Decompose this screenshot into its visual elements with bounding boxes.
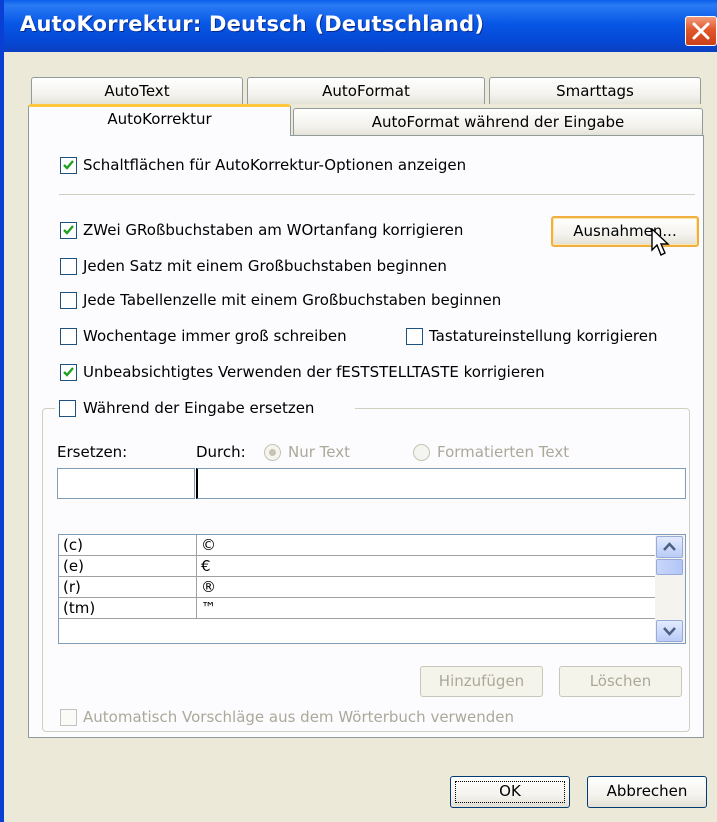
autokorrektur-dialog: AutoKorrektur: Deutsch (Deutschland) Aut… [0, 0, 717, 822]
list-item-to: © [201, 536, 216, 554]
tab-smarttags[interactable]: Smarttags [489, 77, 701, 104]
list-item-from: (tm) [63, 599, 96, 617]
radio-plain-text-label: Nur Text [288, 443, 350, 461]
title-bar[interactable]: AutoKorrektur: Deutsch (Deutschland) [4, 0, 717, 52]
close-icon [692, 22, 710, 40]
tab-autoformat[interactable]: AutoFormat [247, 77, 485, 104]
checkmark-icon [63, 367, 74, 377]
tab-label: AutoKorrektur [107, 110, 212, 128]
table-cell-cap-checkbox[interactable] [60, 292, 77, 309]
chevron-up-icon [663, 542, 676, 551]
keyboard-label: Tastatureinstellung korrigieren [429, 327, 658, 345]
list-item-to: ™ [201, 599, 216, 617]
tab-label: AutoText [104, 82, 170, 100]
list-item-from: (e) [63, 557, 84, 575]
scroll-thumb[interactable] [656, 559, 683, 575]
list-item-from: (c) [63, 536, 83, 554]
keyboard-checkbox[interactable] [406, 328, 423, 345]
list-item-from: (r) [63, 578, 81, 596]
dictionary-suggestions-label: Automatisch Vorschläge aus dem Wörterbuc… [83, 708, 514, 726]
divider [59, 194, 695, 195]
replace-while-typing-checkbox[interactable] [59, 400, 76, 417]
weekdays-label: Wochentage immer groß schreiben [83, 327, 347, 345]
checkmark-icon [63, 225, 74, 235]
list-item[interactable]: (r) ® [59, 577, 655, 598]
list-item[interactable]: (tm) ™ [59, 598, 655, 619]
with-label: Durch: [196, 443, 246, 461]
replace-label: Ersetzen: [57, 443, 128, 461]
list-item-to: € [201, 557, 211, 575]
show-options-buttons-checkbox[interactable] [60, 157, 77, 174]
two-caps-checkbox[interactable] [60, 222, 77, 239]
delete-button[interactable]: Löschen [559, 666, 682, 697]
with-input[interactable] [196, 468, 686, 499]
replacement-list[interactable]: (c) © (e) € (r) ® (tm) ™ [58, 534, 686, 644]
close-button[interactable] [685, 16, 717, 46]
tab-autotext[interactable]: AutoText [31, 77, 243, 104]
ok-button[interactable]: OK [450, 776, 570, 808]
cancel-button-label: Abbrechen [606, 782, 688, 800]
exceptions-button[interactable]: Ausnahmen... [551, 216, 699, 247]
replace-while-typing-label: Während der Eingabe ersetzen [83, 399, 315, 417]
sentence-cap-label: Jeden Satz mit einem Großbuchstaben begi… [83, 257, 447, 275]
dictionary-suggestions-checkbox[interactable] [60, 709, 77, 726]
weekdays-checkbox[interactable] [60, 328, 77, 345]
cancel-button[interactable]: Abbrechen [587, 776, 707, 808]
checkmark-icon [63, 160, 74, 170]
list-item[interactable]: (e) € [59, 556, 655, 577]
radio-formatted-text[interactable] [413, 444, 430, 461]
two-caps-label: ZWei GRoßbuchstaben am WOrtanfang korrig… [83, 221, 464, 239]
tab-label: AutoFormat [322, 82, 410, 100]
tab-label: Smarttags [556, 82, 634, 100]
delete-button-label: Löschen [589, 672, 652, 690]
scroll-down-button[interactable] [656, 620, 683, 642]
list-scrollbar[interactable] [655, 535, 685, 643]
sentence-cap-checkbox[interactable] [60, 258, 77, 275]
list-item-to: ® [201, 578, 216, 596]
tab-panel-autokorrektur: Schaltflächen für AutoKorrektur-Optionen… [28, 135, 704, 738]
caps-lock-label: Unbeabsichtigtes Verwenden der fESTSTELL… [83, 363, 545, 381]
radio-plain-text[interactable] [264, 444, 281, 461]
tab-label: AutoFormat während der Eingabe [371, 113, 625, 131]
window-title: AutoKorrektur: Deutsch (Deutschland) [20, 12, 485, 36]
mouse-cursor-icon [651, 228, 670, 256]
table-cell-cap-label: Jede Tabellenzelle mit einem Großbuchsta… [83, 291, 502, 309]
list-item[interactable]: (c) © [59, 535, 655, 556]
chevron-down-icon [663, 627, 676, 636]
scroll-up-button[interactable] [656, 536, 683, 558]
radio-formatted-text-label: Formatierten Text [437, 443, 570, 461]
tab-autoformat-eingabe[interactable]: AutoFormat während der Eingabe [293, 108, 703, 135]
focus-ring [455, 781, 565, 803]
add-button[interactable]: Hinzufügen [420, 666, 543, 697]
replace-input[interactable] [57, 468, 195, 499]
add-button-label: Hinzufügen [438, 672, 525, 690]
replace-group-header: Während der Eingabe ersetzen [55, 398, 355, 420]
show-options-buttons-label: Schaltflächen für AutoKorrektur-Optionen… [83, 156, 467, 174]
caps-lock-checkbox[interactable] [60, 364, 77, 381]
tab-autokorrektur[interactable]: AutoKorrektur [28, 104, 291, 136]
